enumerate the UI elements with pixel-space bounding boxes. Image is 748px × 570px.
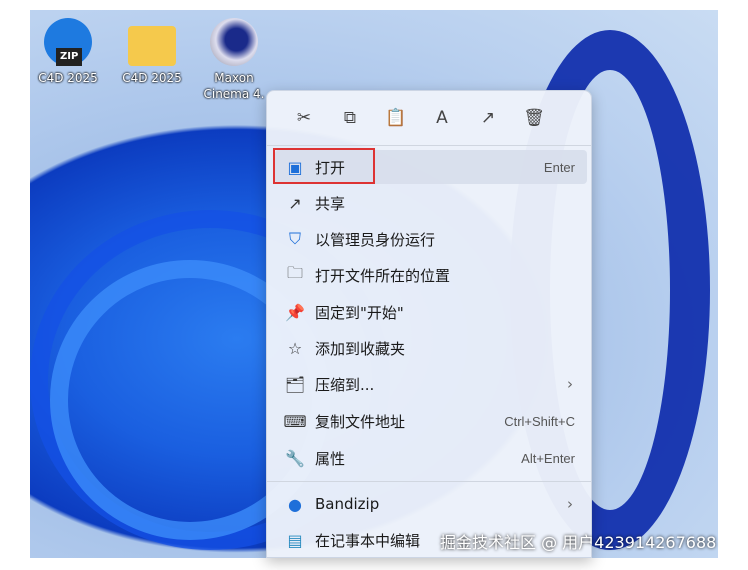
menu-item-label: 复制文件地址 <box>315 412 406 431</box>
delete-icon[interactable]: 🗑 <box>511 105 557 131</box>
chevron-right-icon: › <box>567 495 573 513</box>
menu-item-shortcut: Ctrl+Shift+C <box>504 413 575 429</box>
cut-icon[interactable]: ✂ <box>281 105 327 131</box>
divider <box>267 145 591 146</box>
divider <box>267 481 591 482</box>
menu-item-label: 压缩到... <box>315 375 375 394</box>
menu-item-label: 打开文件所在的位置 <box>315 266 451 285</box>
notepad-icon: ▤ <box>287 530 303 550</box>
menu-item-label: 属性 <box>315 449 346 468</box>
menu-toolbar: ✂ ⧉ 📋 A ↗ 🗑 <box>281 105 557 131</box>
desktop-icon[interactable]: Maxon Cinema 4. <box>194 18 274 102</box>
rename-icon[interactable]: A <box>419 105 465 131</box>
watermark: 掘金技术社区 @ 用户423914267688 <box>440 533 717 552</box>
menu-item-label: 以管理员身份运行 <box>315 230 436 249</box>
share-icon: ↗ <box>288 193 302 213</box>
chevron-right-icon: › <box>567 375 573 393</box>
highlight-box <box>273 148 375 184</box>
menu-item[interactable]: 🗂 压缩到... › <box>275 367 587 401</box>
menu-item[interactable]: ↗ 共享 <box>275 186 587 220</box>
desktop-icon[interactable]: ZIP C4D 2025 <box>30 18 108 86</box>
paste-icon[interactable]: 📋 <box>373 105 419 131</box>
pin-icon: 📌 <box>285 302 305 322</box>
menu-item-shortcut: Alt+Enter <box>521 450 575 466</box>
menu-item-label: Bandizip <box>315 495 380 513</box>
menu-item[interactable]: 🔧 属性 Alt+Enter <box>275 441 587 475</box>
menu-item-label: 固定到"开始" <box>315 303 404 322</box>
copy-path-icon: ⌨ <box>283 411 307 431</box>
zip-folder-icon: 🗂 <box>284 374 306 394</box>
folder-icon <box>128 26 176 66</box>
desktop-icon-label: C4D 2025 <box>122 71 182 85</box>
menu-item[interactable]: 📌 固定到"开始" <box>275 295 587 329</box>
shield-icon: ⛉ <box>288 229 301 248</box>
star-icon: ☆ <box>287 338 303 358</box>
bandizip-zip-icon: ZIP <box>44 18 92 66</box>
menu-item[interactable]: ⌨ 复制文件地址 Ctrl+Shift+C <box>275 404 587 438</box>
desktop-icon[interactable]: C4D 2025 <box>112 18 192 86</box>
menu-item-label: 添加到收藏夹 <box>315 339 406 358</box>
share-icon[interactable]: ↗ <box>465 105 511 131</box>
menu-item[interactable]: 🗀 打开文件所在的位置 <box>275 258 587 292</box>
menu-item-label: 共享 <box>315 194 346 213</box>
bandizip-icon: ● <box>288 494 302 514</box>
wrench-icon: 🔧 <box>285 448 305 468</box>
menu-item-shortcut: Enter <box>543 159 575 175</box>
folder-icon: 🗀 <box>286 262 303 282</box>
menu-item[interactable]: ● Bandizip › <box>275 487 587 521</box>
menu-item[interactable]: ☆ 添加到收藏夹 <box>275 331 587 365</box>
desktop-icon-label: C4D 2025 <box>38 71 98 85</box>
copy-icon[interactable]: ⧉ <box>327 105 373 131</box>
cinema4d-shortcut-icon <box>210 18 258 66</box>
desktop-icon-label: Maxon Cinema 4. <box>203 71 265 101</box>
menu-item[interactable]: ⛉ 以管理员身份运行 <box>275 222 587 256</box>
context-menu: ✂ ⧉ 📋 A ↗ 🗑 ▣ 打开 Enter ↗ 共享 ⛉ 以管理员身份运行 🗀 打开文… <box>266 90 592 558</box>
